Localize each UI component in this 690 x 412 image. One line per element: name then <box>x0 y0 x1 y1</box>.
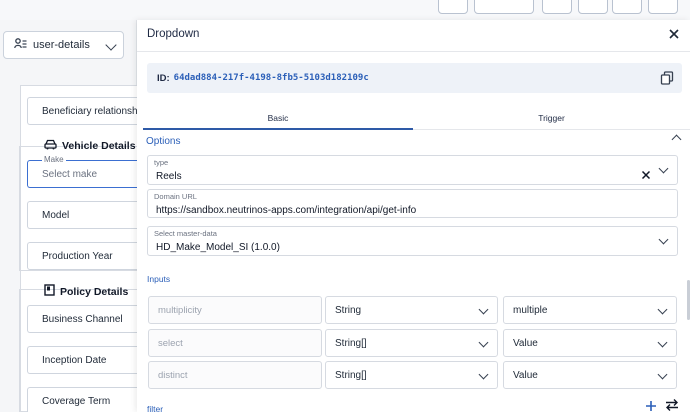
toolbar-button[interactable] <box>648 0 678 14</box>
make-floating-label: Make <box>42 155 66 164</box>
chevron-down-icon[interactable] <box>658 163 669 174</box>
filter-label: filter <box>147 404 164 412</box>
input-type-select[interactable]: String <box>325 296 498 324</box>
input-type-select[interactable]: String[] <box>325 329 498 357</box>
field-label: Model <box>42 209 70 221</box>
input-type: String[] <box>335 337 367 349</box>
input-value: Value <box>513 369 538 381</box>
id-value: 64dad884-217f-4198-8fb5-5103d182109c <box>173 73 369 83</box>
copy-icon[interactable] <box>660 71 674 85</box>
input-key: distinct <box>158 369 188 381</box>
swap-icon[interactable] <box>664 398 680 412</box>
form-field-model[interactable]: Model <box>27 201 137 229</box>
type-value: Reels <box>156 171 182 182</box>
car-icon <box>44 139 57 153</box>
input-key-field[interactable]: distinct <box>148 361 322 389</box>
domain-url-label: Domain URL <box>154 192 197 201</box>
tab-trigger[interactable]: Trigger <box>413 108 690 130</box>
dropdown-properties-drawer: Dropdown ID: 64dad884-217f-4198-8fb5-510… <box>137 20 690 412</box>
chevron-down-icon[interactable] <box>478 304 489 315</box>
field-label: Production Year <box>42 250 113 262</box>
input-value-select[interactable]: Value <box>503 361 677 389</box>
toolbar-button[interactable] <box>578 0 608 14</box>
toolbar-button[interactable] <box>438 0 468 14</box>
domain-url-field[interactable]: Domain URL https://sandbox.neutrinos-app… <box>147 189 678 218</box>
toolbar-button[interactable] <box>542 0 572 14</box>
make-field[interactable]: Select make <box>27 160 137 188</box>
field-label: Inception Date <box>42 354 107 366</box>
input-type: String <box>335 304 362 316</box>
input-type-select[interactable]: String[] <box>325 361 498 389</box>
chevron-down-icon[interactable] <box>478 337 489 348</box>
policy-section-title: Policy Details <box>44 284 128 299</box>
form-field-production-year[interactable]: Production Year <box>27 242 137 270</box>
options-title: Options <box>146 136 181 147</box>
input-type: String[] <box>335 369 367 381</box>
policy-section-label: Policy Details <box>60 285 129 298</box>
drawer-header: Dropdown <box>137 20 690 52</box>
close-icon[interactable] <box>666 26 682 42</box>
vehicle-section-label: Vehicle Details <box>62 140 136 152</box>
field-label: Business Channel <box>42 313 123 325</box>
component-id-box: ID: 64dad884-217f-4198-8fb5-5103d182109c <box>147 63 682 93</box>
top-toolbar <box>0 0 690 20</box>
form-field-coverage-term[interactable]: Coverage Term <box>27 387 137 412</box>
input-value: Value <box>513 337 538 349</box>
document-icon <box>44 284 55 299</box>
input-value-select[interactable]: multiple <box>503 296 677 324</box>
field-label: Coverage Term <box>42 395 111 407</box>
toolbar-button-group[interactable] <box>474 0 534 14</box>
object-selector[interactable]: user-details <box>3 31 124 59</box>
chevron-up-icon[interactable] <box>671 134 682 145</box>
input-key-field[interactable]: select <box>148 329 322 357</box>
master-data-select[interactable]: Select master-data HD_Make_Model_SI (1.0… <box>147 226 678 256</box>
object-selector-label: user-details <box>33 39 90 51</box>
options-section-header[interactable]: Options <box>146 131 686 147</box>
chevron-down-icon[interactable] <box>478 369 489 380</box>
master-data-label: Select master-data <box>154 229 217 238</box>
input-value: multiple <box>513 304 548 316</box>
plus-icon[interactable] <box>645 399 657 411</box>
input-value-select[interactable]: Value <box>503 329 677 357</box>
tab-basic[interactable]: Basic <box>143 108 413 130</box>
user-list-icon <box>14 38 27 52</box>
type-select[interactable]: type Reels <box>147 155 678 185</box>
form-field-business-channel[interactable]: Business Channel <box>27 305 137 333</box>
make-placeholder: Select make <box>42 168 98 180</box>
vehicle-section-title: Vehicle Details <box>44 139 136 153</box>
clear-icon[interactable] <box>641 167 651 180</box>
domain-url-value: https://sandbox.neutrinos-apps.com/integ… <box>156 205 417 216</box>
type-label: type <box>154 158 169 167</box>
input-key-field[interactable]: multiplicity <box>148 296 322 324</box>
form-field-inception-date[interactable]: Inception Date <box>27 346 137 374</box>
chevron-down-icon[interactable] <box>657 369 668 380</box>
field-label: Beneficiary relationship <box>42 105 137 117</box>
input-key: select <box>158 337 183 349</box>
inputs-label: Inputs <box>147 274 171 284</box>
form-field-beneficiary-relationship[interactable]: Beneficiary relationship <box>27 97 137 125</box>
id-label: ID: <box>157 72 170 84</box>
chevron-down-icon <box>105 39 117 51</box>
chevron-down-icon[interactable] <box>657 337 668 348</box>
chevron-down-icon[interactable] <box>658 234 669 245</box>
input-key: multiplicity <box>158 304 202 316</box>
chevron-down-icon[interactable] <box>657 304 668 315</box>
toolbar-button[interactable] <box>612 0 642 14</box>
drawer-title: Dropdown <box>147 28 200 40</box>
master-data-value: HD_Make_Model_SI (1.0.0) <box>156 242 280 253</box>
drawer-tabs: Basic Trigger <box>143 108 690 130</box>
